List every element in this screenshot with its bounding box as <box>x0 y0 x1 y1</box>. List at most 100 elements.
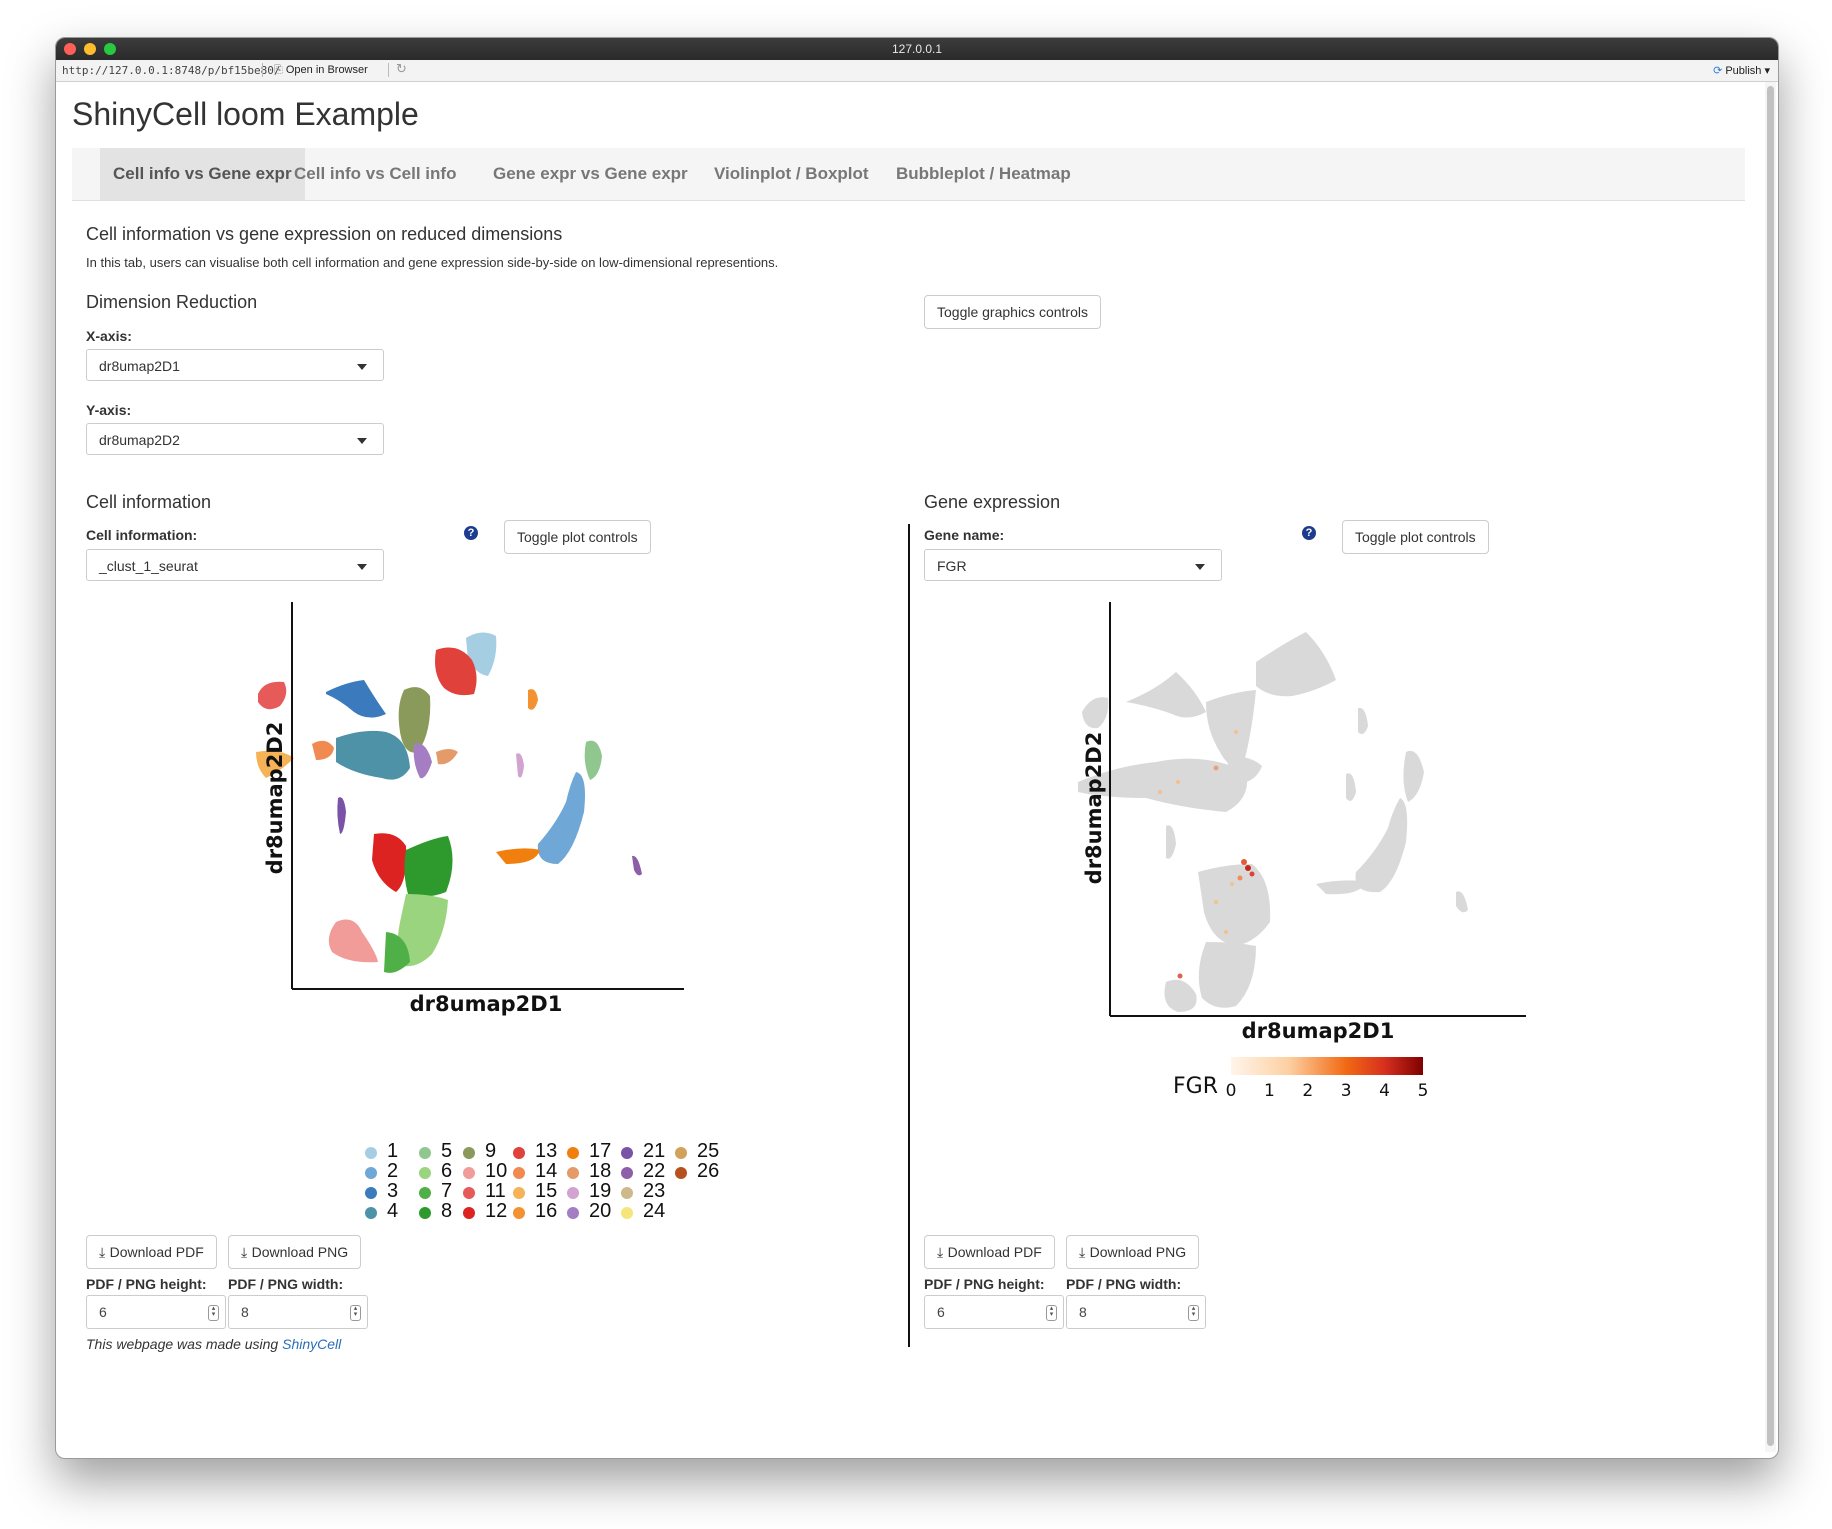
legend-swatch <box>463 1167 475 1179</box>
stepper-icon[interactable]: ▴ ▾ <box>1188 1305 1199 1321</box>
pdf-height-label: PDF / PNG height: <box>924 1276 1045 1292</box>
legend-swatch <box>463 1187 475 1199</box>
cell-info-umap-plot: dr8umap2D1 dr8umap2D2 <box>256 602 684 1016</box>
pdf-height-input[interactable]: 6 ▴ ▾ <box>924 1295 1064 1329</box>
legend-swatch <box>567 1147 579 1159</box>
tab-gene-expr-vs-gene-expr[interactable]: Gene expr vs Gene expr <box>493 148 688 200</box>
pdf-width-label: PDF / PNG width: <box>1066 1276 1182 1292</box>
open-in-browser-button[interactable]: ⎘ Open in Browser <box>274 64 368 77</box>
help-icon[interactable]: ? <box>1302 526 1316 540</box>
maximize-window-icon[interactable] <box>104 43 116 55</box>
shinycell-link[interactable]: ShinyCell <box>282 1336 341 1352</box>
pdf-width-input[interactable]: 8 ▴ ▾ <box>228 1295 368 1329</box>
toggle-plot-controls-button[interactable]: Toggle plot controls <box>1342 520 1489 554</box>
help-icon[interactable]: ? <box>464 526 478 540</box>
intro-description: In this tab, users can visualise both ce… <box>86 255 779 270</box>
legend-label: 12 <box>485 1200 508 1222</box>
legend-label: 4 <box>387 1200 399 1222</box>
window-title: 127.0.0.1 <box>891 42 943 56</box>
publish-icon: ⟳ <box>1713 65 1726 77</box>
y-axis-select[interactable]: dr8umap2D2 <box>86 423 384 455</box>
gene-name-select[interactable]: FGR <box>924 549 1222 581</box>
legend-swatch <box>463 1147 475 1159</box>
toggle-graphics-controls-button[interactable]: Toggle graphics controls <box>924 295 1101 329</box>
legend-swatch <box>463 1207 475 1219</box>
legend-swatch <box>567 1187 579 1199</box>
publish-label: Publish <box>1725 65 1762 77</box>
download-icon: ⤓ <box>99 1245 110 1261</box>
publish-button[interactable]: ⟳ Publish ▾ <box>1713 64 1770 77</box>
intro-title: Cell information vs gene expression on r… <box>86 224 563 244</box>
scrollbar-thumb[interactable] <box>1767 86 1774 1446</box>
refresh-icon[interactable]: ↻ <box>396 62 407 77</box>
download-pdf-label: Download PDF <box>109 1244 204 1260</box>
legend-label: 20 <box>589 1200 612 1222</box>
pdf-width-value: 8 <box>1079 1304 1087 1320</box>
cell-information-label: Cell information: <box>86 527 198 543</box>
pdf-width-input[interactable]: 8 ▴ ▾ <box>1066 1295 1206 1329</box>
legend-swatch <box>513 1187 525 1199</box>
legend-swatch <box>567 1167 579 1179</box>
chevron-down-icon <box>357 364 367 370</box>
minimize-window-icon[interactable] <box>84 43 96 55</box>
cluster-legend: 1 2 3 4 5 6 7 8 9 10 11 12 13 14 15 16 17 18 19 20 21 22 23 24 2… <box>365 1140 765 1227</box>
pdf-width-value: 8 <box>241 1304 249 1320</box>
address-bar: http://127.0.0.1:8748/p/bf15be80/ ⎘ Open… <box>56 60 1778 82</box>
download-pdf-button[interactable]: ⤓ Download PDF <box>924 1235 1055 1269</box>
legend-swatch <box>365 1207 377 1219</box>
download-png-label: Download PNG <box>1089 1244 1187 1260</box>
title-bar: 127.0.0.1 <box>56 38 1778 60</box>
legend-swatch <box>675 1147 687 1159</box>
colorbar-tick-label: 5 <box>1418 1081 1429 1101</box>
pdf-height-value: 6 <box>937 1304 945 1320</box>
legend-swatch <box>675 1167 687 1179</box>
gene-name-label: Gene name: <box>924 527 1005 543</box>
y-axis-label: Y-axis: <box>86 402 132 418</box>
legend-swatch <box>513 1147 525 1159</box>
stepper-icon[interactable]: ▴ ▾ <box>208 1305 219 1321</box>
divider <box>262 63 263 77</box>
divider <box>388 63 389 77</box>
colorbar-tick-label: 4 <box>1379 1081 1390 1101</box>
panel-divider <box>908 524 910 1347</box>
tab-bubbleplot-heatmap[interactable]: Bubbleplot / Heatmap <box>896 148 1071 200</box>
x-axis-select[interactable]: dr8umap2D1 <box>86 349 384 381</box>
legend-label: 24 <box>643 1200 666 1222</box>
download-icon: ⤓ <box>1079 1245 1090 1261</box>
download-png-button[interactable]: ⤓ Download PNG <box>228 1235 362 1269</box>
cell-information-select[interactable]: _clust_1_seurat <box>86 549 384 581</box>
scrollbar[interactable] <box>1765 82 1776 1452</box>
gene-name-value: FGR <box>937 558 967 574</box>
colorbar-tick-label: 0 <box>1226 1081 1237 1101</box>
tab-cell-info-vs-cell-info[interactable]: Cell info vs Cell info <box>294 148 456 200</box>
page-title: ShinyCell loom Example <box>72 96 419 132</box>
chevron-down-icon <box>1195 564 1205 570</box>
browser-icon: ⎘ <box>274 64 286 76</box>
legend-swatch <box>513 1207 525 1219</box>
tab-cell-info-vs-gene-expr[interactable]: Cell info vs Gene expr <box>100 148 305 200</box>
toggle-plot-controls-button[interactable]: Toggle plot controls <box>504 520 651 554</box>
url-text[interactable]: http://127.0.0.1:8748/p/bf15be80/ <box>62 64 281 77</box>
close-window-icon[interactable] <box>64 43 76 55</box>
legend-swatch <box>513 1167 525 1179</box>
pdf-height-input[interactable]: 6 ▴ ▾ <box>86 1295 226 1329</box>
colorbar-tick-label: 3 <box>1341 1081 1352 1101</box>
download-png-button[interactable]: ⤓ Download PNG <box>1066 1235 1200 1269</box>
tab-violinplot-boxplot[interactable]: Violinplot / Boxplot <box>714 148 869 200</box>
fgr-colorbar <box>1231 1057 1423 1075</box>
legend-swatch <box>419 1147 431 1159</box>
pdf-height-label: PDF / PNG height: <box>86 1276 207 1292</box>
footer-text: This webpage was made using <box>86 1336 283 1352</box>
download-pdf-button[interactable]: ⤓ Download PDF <box>86 1235 217 1269</box>
legend-swatch <box>419 1167 431 1179</box>
y-axis-title: dr8umap2D2 <box>1082 732 1106 885</box>
legend-swatch <box>621 1187 633 1199</box>
legend-swatch <box>365 1167 377 1179</box>
legend-swatch <box>365 1187 377 1199</box>
x-axis-label: X-axis: <box>86 328 132 344</box>
stepper-icon[interactable]: ▴ ▾ <box>1046 1305 1057 1321</box>
legend-label: 8 <box>441 1200 453 1222</box>
y-axis-title: dr8umap2D2 <box>263 722 287 875</box>
pdf-width-label: PDF / PNG width: <box>228 1276 344 1292</box>
stepper-icon[interactable]: ▴ ▾ <box>350 1305 361 1321</box>
